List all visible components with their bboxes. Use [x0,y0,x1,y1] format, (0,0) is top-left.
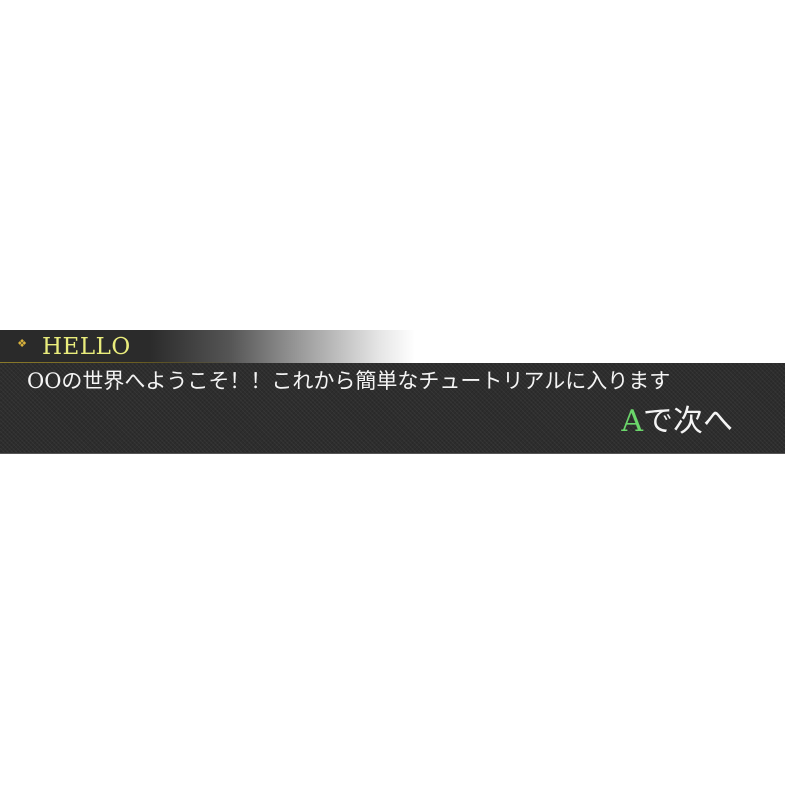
message-box[interactable]: OOの世界へようこそ！！これから簡単なチュートリアルに入ります Aで次へ [0,363,785,454]
next-prompt[interactable]: Aで次へ [621,404,733,440]
dialog-message: OOの世界へようこそ！！これから簡単なチュートリアルに入ります [27,369,671,393]
next-prompt-label: で次へ [643,404,733,439]
speaker-name-bar: ❖ HELLO [0,330,785,363]
diamond-icon: ❖ [17,337,27,350]
dialog-window: ❖ HELLO OOの世界へようこそ！！これから簡単なチュートリアルに入ります … [0,330,785,454]
next-key-label: A [621,404,643,439]
speaker-name: HELLO [42,334,131,360]
